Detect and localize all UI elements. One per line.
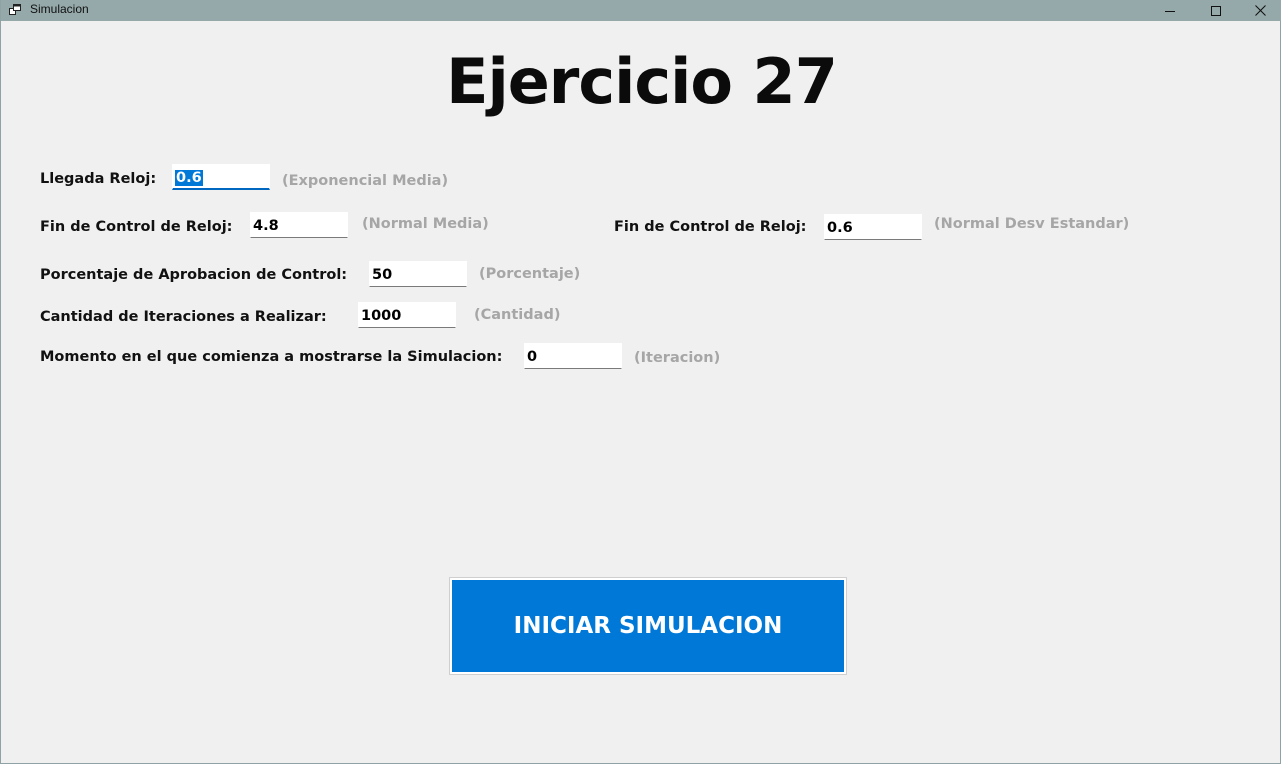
iniciar-simulacion-button[interactable]: INICIAR SIMULACION [449,577,847,675]
maximize-button[interactable] [1193,0,1239,21]
page-title: Ejercicio 27 [446,45,838,118]
fin-control-media-label: Fin de Control de Reloj: [40,219,233,235]
minimize-icon [1165,10,1175,12]
cantidad-iteraciones-label: Cantidad de Iteraciones a Realizar: [40,309,327,325]
title-bar[interactable]: Simulacion [1,0,1281,21]
cantidad-iteraciones-hint: (Cantidad) [474,307,561,323]
fin-control-desv-hint: (Normal Desv Estandar) [934,216,1130,232]
app-window-icon [9,4,21,15]
simulation-window: Simulacion Ejercicio 27 Llegada Reloj: 0… [0,0,1281,764]
fin-control-desv-input[interactable]: 0.6 [824,214,922,240]
fin-control-media-hint: (Normal Media) [362,216,489,232]
llegada-reloj-label: Llegada Reloj: [40,171,157,187]
close-icon [1254,5,1266,16]
cantidad-iteraciones-input[interactable]: 1000 [358,302,456,328]
momento-inicio-hint: (Iteracion) [634,350,721,366]
fin-control-desv-label: Fin de Control de Reloj: [614,219,807,235]
momento-inicio-label: Momento en el que comienza a mostrarse l… [40,349,503,365]
porcentaje-aprobacion-hint: (Porcentaje) [479,266,581,282]
fin-control-media-input[interactable]: 4.8 [250,212,348,238]
window-title: Simulacion [30,2,89,16]
llegada-reloj-value: 0.6 [175,170,203,186]
porcentaje-aprobacion-input[interactable]: 50 [369,261,467,287]
llegada-reloj-input[interactable]: 0.6 [172,164,270,190]
maximize-icon [1211,5,1221,16]
momento-inicio-input[interactable]: 0 [524,343,622,369]
porcentaje-aprobacion-label: Porcentaje de Aprobacion de Control: [40,267,348,283]
minimize-button[interactable] [1147,0,1193,21]
close-button[interactable] [1237,0,1281,21]
llegada-reloj-hint: (Exponencial Media) [282,173,449,189]
